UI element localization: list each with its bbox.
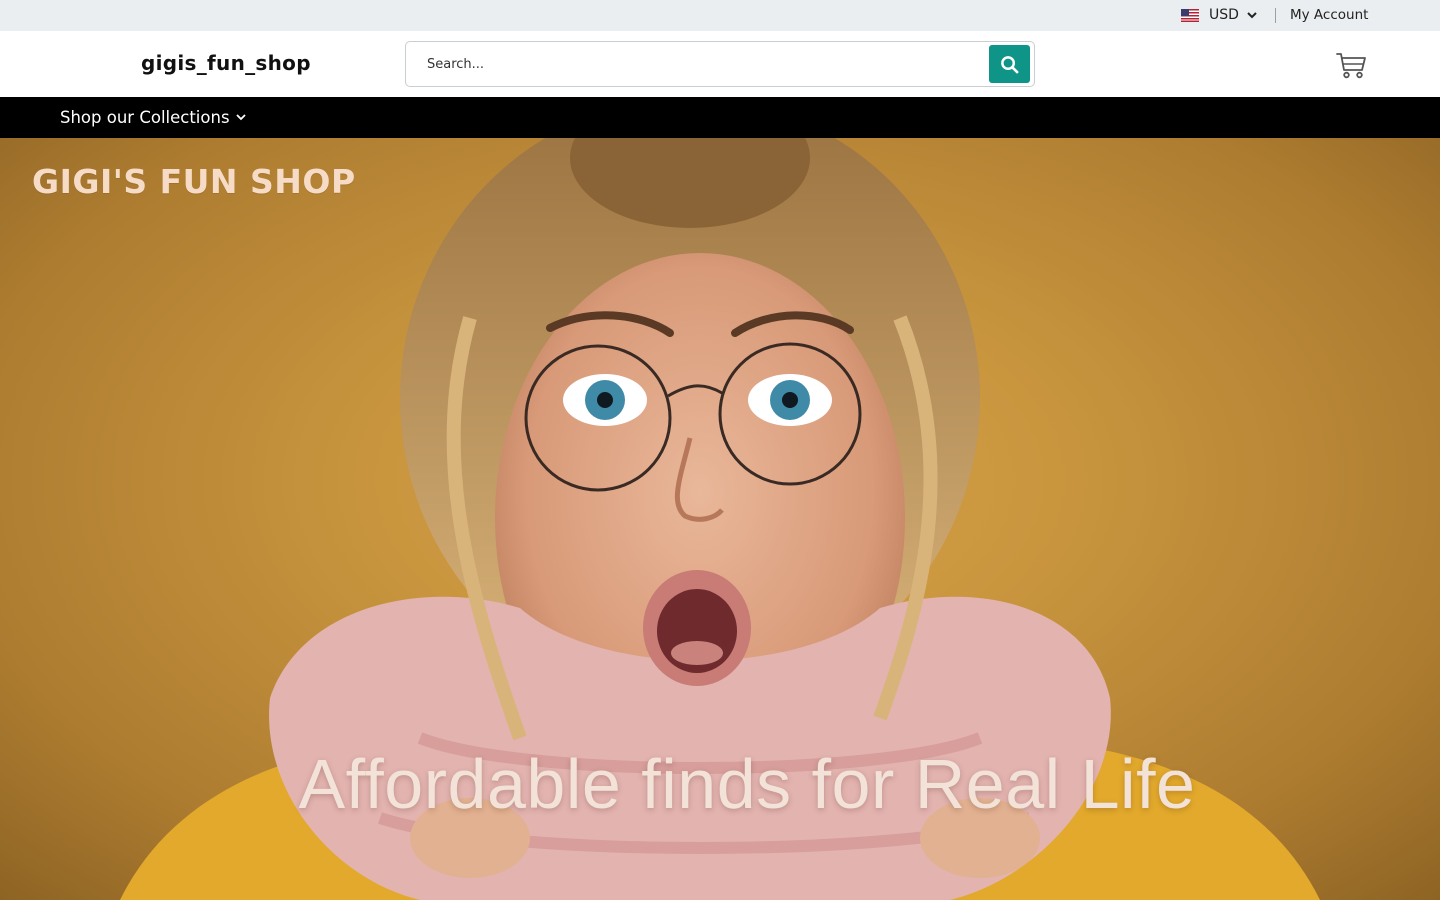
currency-selector[interactable]: USD [1181,6,1257,24]
cart-icon [1336,53,1366,79]
cart-button[interactable] [1335,50,1367,80]
search-icon [1001,55,1019,73]
currency-label: USD [1209,7,1239,23]
search-bar [405,41,1035,87]
chevron-down-icon [1247,11,1257,18]
nav-item-collections[interactable]: Shop our Collections [60,106,246,128]
my-account-link[interactable]: My Account [1290,7,1368,23]
main-nav: Shop our Collections [0,97,1440,138]
store-logo[interactable]: gigis_fun_shop [141,51,311,75]
us-flag-icon [1181,8,1199,22]
hero-headline: Affordable finds for Real Life [298,745,1196,823]
search-button[interactable] [989,45,1030,83]
utility-bar: USD My Account [0,0,1440,31]
search-input[interactable] [407,43,985,85]
nav-item-label: Shop our Collections [60,107,230,127]
site-header: gigis_fun_shop [0,31,1440,97]
hero-brand-logo: GIGI'S FUN SHOP [32,162,356,201]
hero-banner[interactable]: GIGI'S FUN SHOP Affordable finds for Rea… [0,138,1440,900]
divider [1275,8,1276,23]
chevron-down-icon [235,113,246,120]
